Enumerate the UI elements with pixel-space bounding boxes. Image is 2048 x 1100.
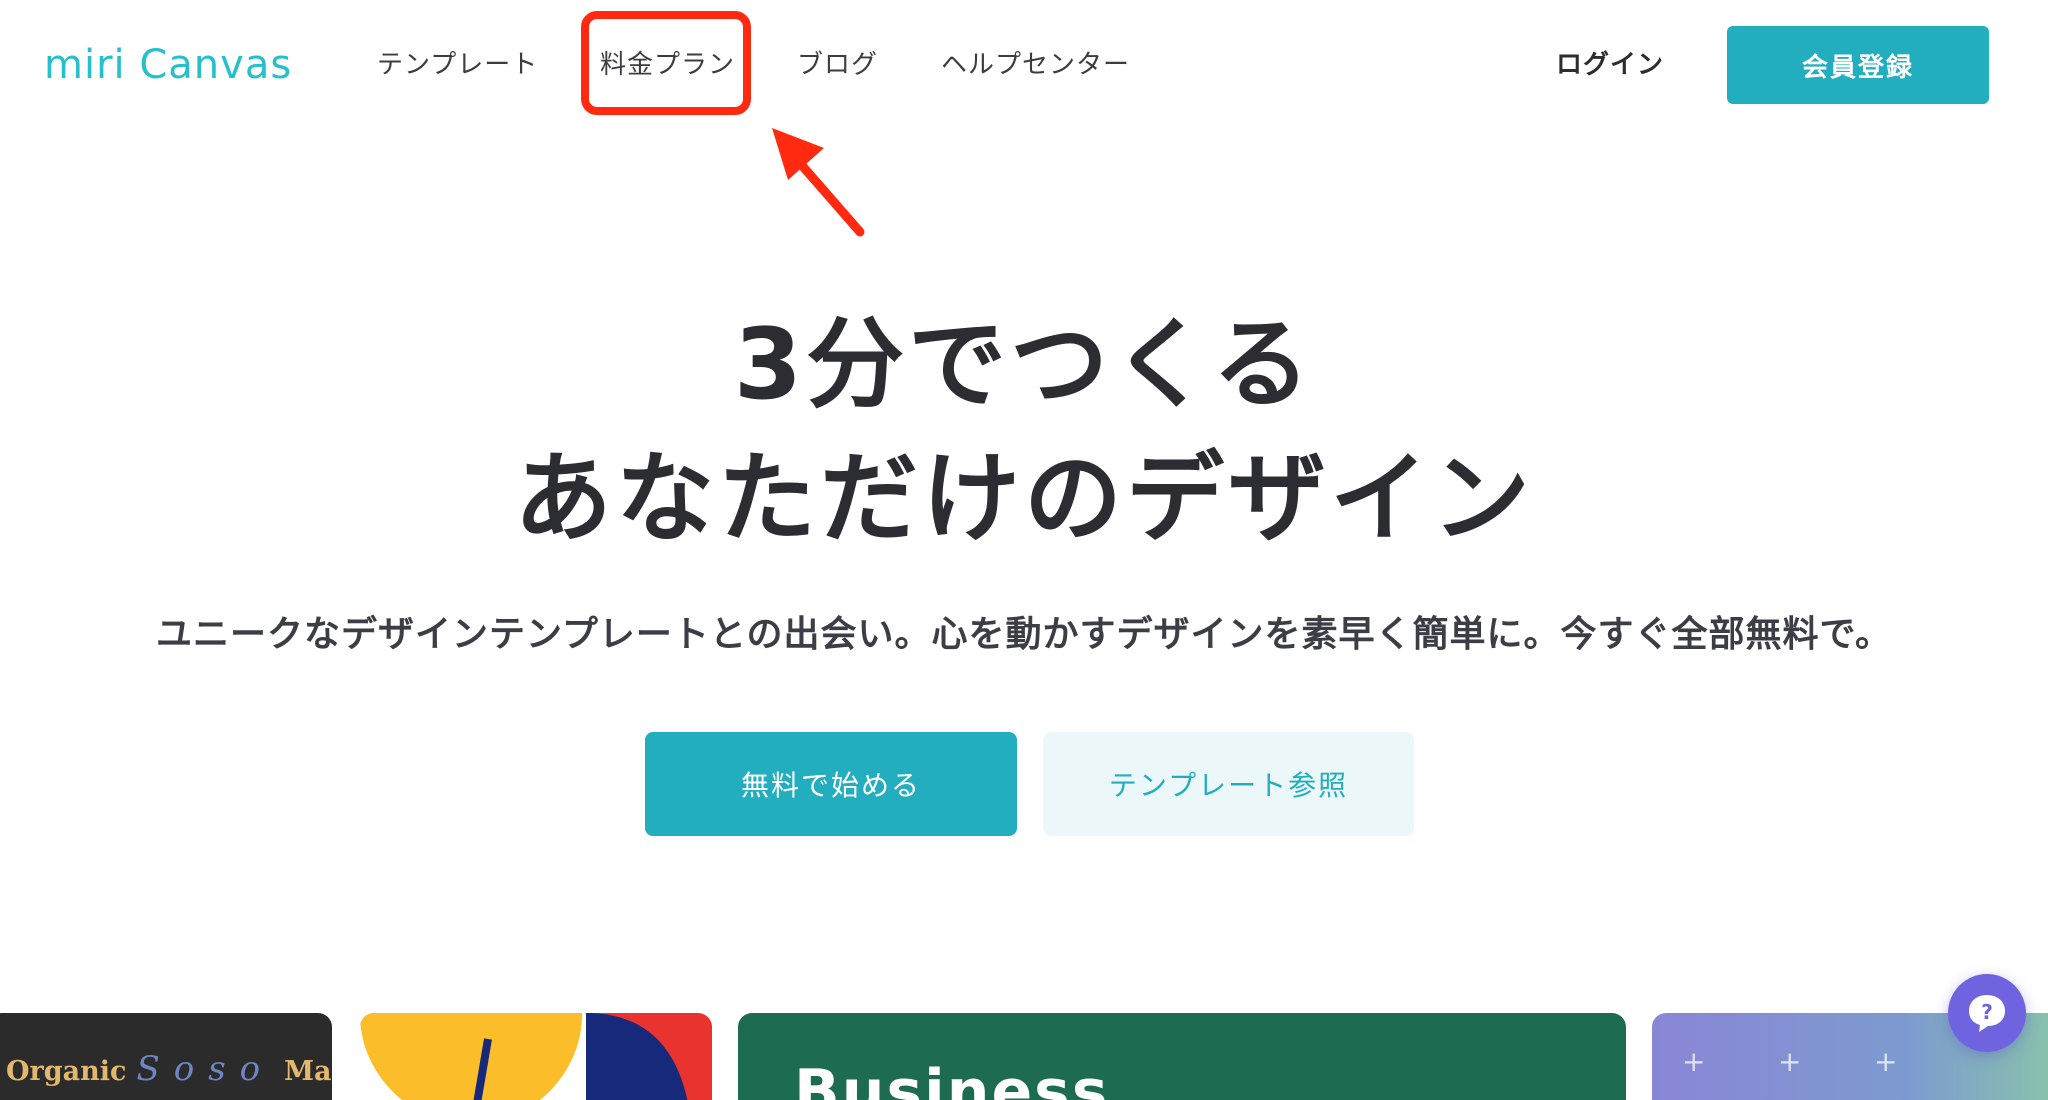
- template-card-shapes[interactable]: [360, 1013, 712, 1100]
- nav-blog[interactable]: ブログ: [797, 40, 878, 90]
- hero-title-line2: あなただけのデザイン: [513, 442, 1534, 556]
- plus-icon: +: [1778, 1045, 1802, 1078]
- card-word-left: Organic: [6, 1056, 127, 1087]
- card-business-title: Business: [794, 1057, 1110, 1100]
- login-link[interactable]: ログイン: [1556, 40, 1664, 90]
- brand-logo[interactable]: miri Canvas: [44, 40, 292, 90]
- page: miri Canvas テンプレート 料金プラン ブログ ヘルプセンター ログイ…: [0, 0, 2048, 1100]
- template-card-organic[interactable]: Organic Soso Mart: [0, 1013, 332, 1100]
- question-mark-chat-icon: ?: [1969, 995, 2005, 1032]
- annotation-highlight-box: [581, 11, 751, 115]
- card-title: Organic Soso Mart: [6, 1049, 332, 1089]
- hero-subtitle: ユニークなデザインテンプレートとの出会い。心を動かすデザインを素早く簡単に。今す…: [155, 614, 1893, 655]
- card-word-right: Mart: [284, 1056, 332, 1087]
- nav-help-center[interactable]: ヘルプセンター: [941, 40, 1130, 90]
- hero-title-line1: 3分でつくる: [733, 308, 1315, 422]
- card-word-script: Soso: [136, 1049, 275, 1089]
- svg-text:?: ?: [1981, 1000, 1993, 1024]
- browse-templates-button[interactable]: テンプレート参照: [1043, 732, 1414, 836]
- red-arrow-icon: [760, 120, 870, 244]
- plus-icon: +: [1874, 1045, 1898, 1078]
- card-shapes-illustration: [360, 1013, 712, 1100]
- signup-button[interactable]: 会員登録: [1727, 26, 1989, 104]
- plus-icon: +: [1682, 1045, 1706, 1078]
- template-card-business[interactable]: Business: [738, 1013, 1626, 1100]
- start-free-button[interactable]: 無料で始める: [645, 732, 1017, 836]
- nav-templates[interactable]: テンプレート: [377, 40, 538, 90]
- help-chat-button[interactable]: ?: [1948, 974, 2026, 1052]
